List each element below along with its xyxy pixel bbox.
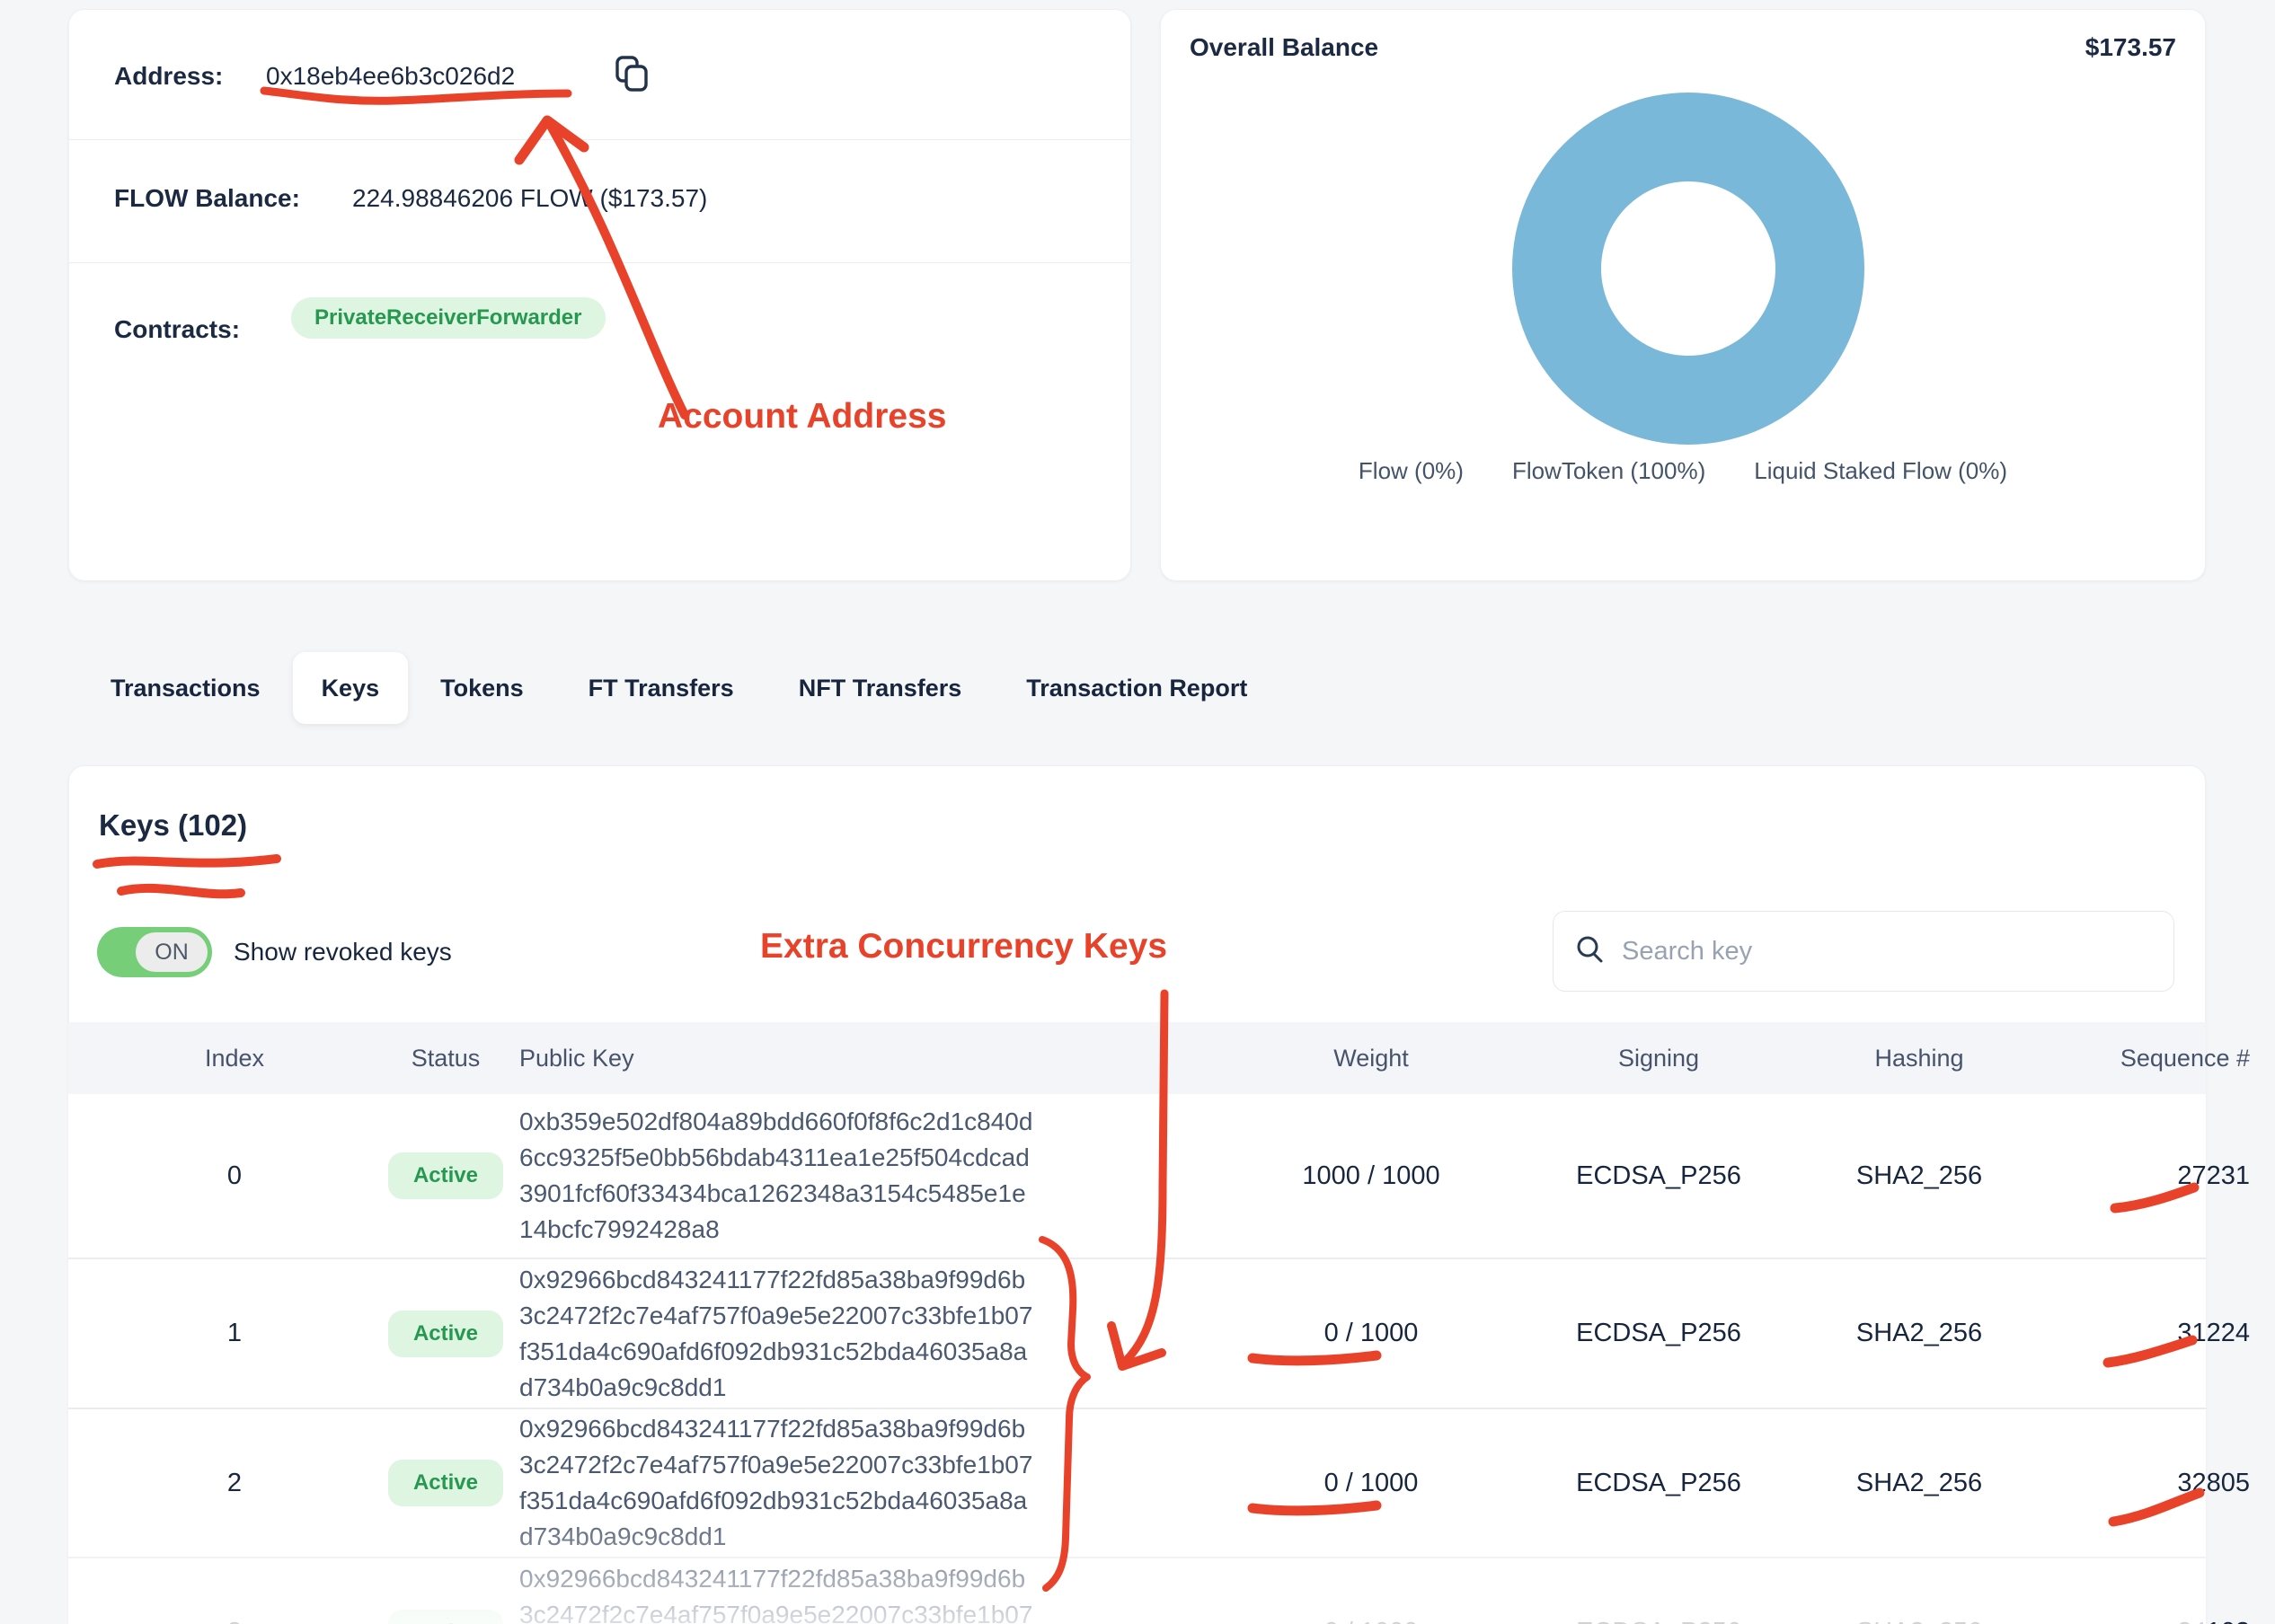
key-signing: ECDSA_P256 <box>1551 1558 1766 1624</box>
key-index: 0 <box>194 1094 275 1258</box>
key-weight: 0 / 1000 <box>1263 1558 1479 1624</box>
status-badge: Active <box>388 1152 503 1199</box>
keys-heading: Keys (102) <box>99 808 247 843</box>
overall-balance-card: Overall Balance $173.57 Flow (0%) FlowTo… <box>1160 9 2206 581</box>
balance-donut-chart <box>1512 93 1864 445</box>
key-public-key: 0x92966bcd843241177f22fd85a38ba9f99d6b3c… <box>519 1558 1040 1624</box>
key-signing: ECDSA_P256 <box>1551 1409 1766 1557</box>
annotation-account-address: Account Address <box>658 397 946 437</box>
tab-ft-transfers[interactable]: FT Transfers <box>556 652 766 724</box>
account-tabs: Transactions Keys Tokens FT Transfers NF… <box>111 652 1279 724</box>
keys-table-header: Index Status Public Key Weight Signing H… <box>68 1022 2206 1094</box>
flow-balance-value: 224.98846206 FLOW ($173.57) <box>352 184 707 213</box>
divider <box>69 262 1130 263</box>
key-hashing: SHA2_256 <box>1811 1409 2027 1557</box>
key-public-key: 0x92966bcd843241177f22fd85a38ba9f99d6b3c… <box>519 1409 1040 1557</box>
key-sequence: 32805 <box>2045 1409 2250 1557</box>
status-badge: Active <box>388 1610 503 1624</box>
contracts-label: Contracts: <box>114 315 240 344</box>
key-hashing: SHA2_256 <box>1811 1558 2027 1624</box>
status-badge: Active <box>388 1460 503 1506</box>
show-revoked-toggle[interactable]: ON <box>97 927 212 977</box>
legend-item-liquid-staked[interactable]: Liquid Staked Flow (0%) <box>1754 457 2007 485</box>
overall-balance-title: Overall Balance <box>1190 33 1378 62</box>
key-index: 1 <box>194 1259 275 1408</box>
key-hashing: SHA2_256 <box>1811 1094 2027 1258</box>
divider <box>69 139 1130 140</box>
donut-legend: Flow (0%) FlowToken (100%) Liquid Staked… <box>1161 457 2205 485</box>
tab-keys[interactable]: Keys <box>293 652 409 724</box>
key-public-key: 0x92966bcd843241177f22fd85a38ba9f99d6b3c… <box>519 1259 1040 1408</box>
flow-balance-label: FLOW Balance: <box>114 184 300 213</box>
key-sequence: 34102 <box>2045 1558 2250 1624</box>
donut-hole <box>1601 181 1775 356</box>
header-public-key[interactable]: Public Key <box>519 1022 1040 1094</box>
status-badge: Active <box>388 1311 503 1357</box>
key-weight: 0 / 1000 <box>1263 1409 1479 1557</box>
key-index: 3 <box>194 1558 275 1624</box>
key-row-0[interactable]: 0 Active 0xb359e502df804a89bdd660f0f8f6c… <box>68 1094 2206 1258</box>
header-weight[interactable]: Weight <box>1263 1022 1479 1094</box>
key-sequence: 31224 <box>2045 1259 2250 1408</box>
legend-item-flow[interactable]: Flow (0%) <box>1359 457 1464 485</box>
key-public-key: 0xb359e502df804a89bdd660f0f8f6c2d1c840d6… <box>519 1094 1040 1258</box>
key-weight: 1000 / 1000 <box>1263 1094 1479 1258</box>
key-row-2[interactable]: 2 Active 0x92966bcd843241177f22fd85a38ba… <box>68 1409 2206 1557</box>
key-signing: ECDSA_P256 <box>1551 1259 1766 1408</box>
key-index: 2 <box>194 1409 275 1557</box>
tab-nft-transfers[interactable]: NFT Transfers <box>766 652 995 724</box>
search-key-input[interactable] <box>1622 937 2152 966</box>
header-signing[interactable]: Signing <box>1551 1022 1766 1094</box>
key-row-3[interactable]: 3 Active 0x92966bcd843241177f22fd85a38ba… <box>68 1558 2206 1624</box>
toggle-knob[interactable]: ON <box>136 932 208 972</box>
key-sequence: 27231 <box>2045 1094 2250 1258</box>
header-sequence[interactable]: Sequence # <box>2045 1022 2250 1094</box>
search-icon <box>1575 934 1606 969</box>
key-row-1[interactable]: 1 Active 0x92966bcd843241177f22fd85a38ba… <box>68 1259 2206 1408</box>
key-weight: 0 / 1000 <box>1263 1259 1479 1408</box>
annotation-extra-concurrency-keys: Extra Concurrency Keys <box>760 927 1167 966</box>
contract-badge[interactable]: PrivateReceiverForwarder <box>291 297 606 339</box>
copy-address-icon[interactable] <box>615 55 651 94</box>
key-hashing: SHA2_256 <box>1811 1259 2027 1408</box>
tab-transactions[interactable]: Transactions <box>111 652 293 724</box>
address-label: Address: <box>114 62 223 91</box>
tab-transaction-report[interactable]: Transaction Report <box>994 652 1279 724</box>
tab-tokens[interactable]: Tokens <box>408 652 556 724</box>
address-value: 0x18eb4ee6b3c026d2 <box>266 62 515 91</box>
overall-balance-amount: $173.57 <box>2085 33 2176 62</box>
key-signing: ECDSA_P256 <box>1551 1094 1766 1258</box>
account-page: Address: 0x18eb4ee6b3c026d2 FLOW Balance… <box>0 0 2275 1624</box>
account-info-card: Address: 0x18eb4ee6b3c026d2 FLOW Balance… <box>68 9 1131 581</box>
header-index[interactable]: Index <box>194 1022 275 1094</box>
show-revoked-label: Show revoked keys <box>234 938 452 966</box>
legend-item-flowtoken[interactable]: FlowToken (100%) <box>1512 457 1705 485</box>
header-hashing[interactable]: Hashing <box>1811 1022 2027 1094</box>
search-key-box[interactable] <box>1553 911 2174 992</box>
